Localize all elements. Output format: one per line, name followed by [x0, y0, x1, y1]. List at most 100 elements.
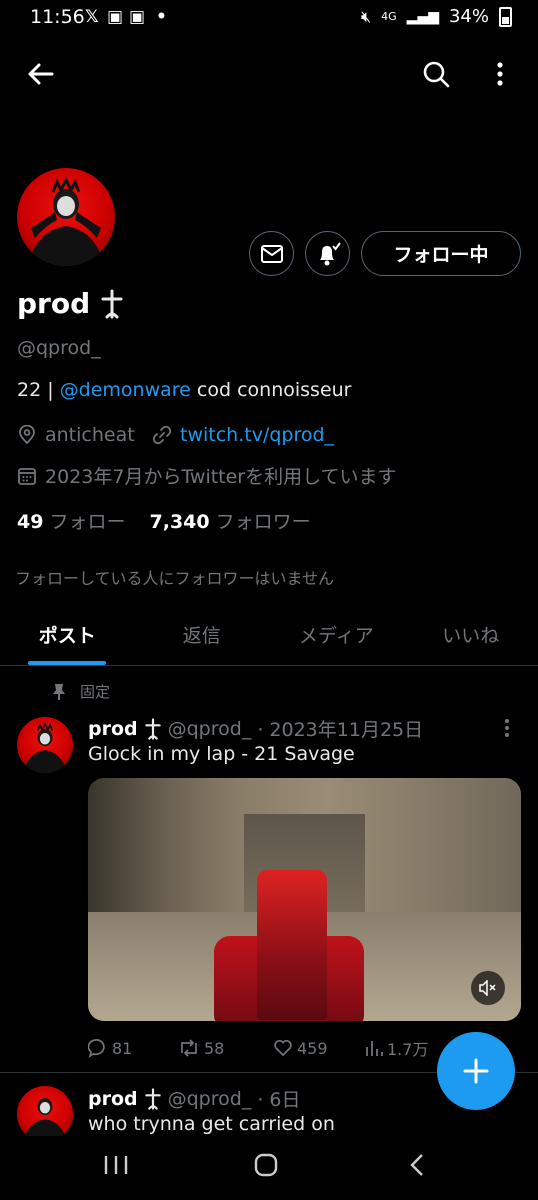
- post-video[interactable]: [88, 778, 521, 1021]
- bio-prefix: 22 |: [17, 379, 60, 401]
- envelope-icon: [260, 244, 283, 263]
- views-count: 1.7万: [387, 1040, 429, 1059]
- tab-posts[interactable]: ポスト: [0, 606, 135, 665]
- followers-count-link[interactable]: 7,340 フォロワー: [150, 507, 311, 534]
- reply-bubble-icon: [88, 1039, 105, 1058]
- link-icon: [152, 425, 172, 445]
- back-button[interactable]: [20, 54, 60, 94]
- pinned-indicator: 固定: [52, 681, 110, 702]
- avatar-figure-icon: [22, 1098, 68, 1142]
- video-mute-button[interactable]: [471, 971, 505, 1005]
- compose-post-button[interactable]: [437, 1032, 515, 1110]
- repost-button[interactable]: 58: [178, 1036, 273, 1060]
- profile-handle: @qprod_: [17, 337, 101, 359]
- battery-label: 34%: [448, 6, 489, 27]
- cross-symbol-icon: [101, 289, 123, 318]
- chevron-left-icon: [410, 1154, 423, 1176]
- tab-media[interactable]: メディア: [269, 606, 404, 665]
- network-label: 4G: [381, 10, 397, 23]
- home-button[interactable]: [254, 1153, 278, 1181]
- signal-icon: ▂▄▆: [406, 8, 439, 25]
- follow-counts: 49 フォロー 7,340 フォロワー: [17, 507, 311, 534]
- post-date[interactable]: · 2023年11月25日: [257, 715, 423, 742]
- profile-bio: 22 | @demonware cod connoisseur: [17, 379, 351, 401]
- bio-mention-link[interactable]: @demonware: [60, 379, 191, 401]
- pinned-label: 固定: [80, 683, 111, 701]
- like-count: 459: [297, 1038, 328, 1058]
- notification-bell-button[interactable]: [305, 231, 350, 276]
- system-back-button[interactable]: [409, 1153, 425, 1181]
- like-button[interactable]: 459: [273, 1036, 365, 1060]
- search-icon: [423, 61, 450, 88]
- location-pin-icon: [19, 425, 35, 445]
- repost-icon: [181, 1039, 197, 1057]
- message-button[interactable]: [249, 231, 294, 276]
- views-bars-icon: [366, 1041, 383, 1056]
- post-more-button[interactable]: [504, 718, 510, 742]
- post-avatar[interactable]: [17, 717, 73, 773]
- known-followers-note: フォローしている人にフォロワーはいません: [15, 569, 335, 588]
- system-nav-bar: [0, 1136, 538, 1200]
- profile-name: prod: [17, 287, 91, 320]
- avatar-figure-icon: [22, 721, 68, 773]
- following-count-link[interactable]: 49 フォロー: [17, 507, 126, 534]
- status-right: 🔇︎ 4G ▂▄▆ 34%: [361, 6, 512, 27]
- cross-symbol-icon: [144, 1087, 161, 1110]
- profile-joined: 2023年7月からTwitterを利用しています: [45, 466, 397, 488]
- notification-dot-icon: •: [156, 7, 167, 27]
- recent-apps-button[interactable]: [103, 1154, 129, 1180]
- video-weapon: [256, 870, 327, 1021]
- post-header: prod @qprod_ · 2023年11月25日: [88, 715, 423, 742]
- bell-check-icon: [319, 241, 341, 265]
- profile-location: anticheat: [45, 424, 135, 446]
- following-count: 49: [17, 511, 44, 533]
- profile-name-row: prod: [17, 287, 124, 320]
- profile-joined-row: 2023年7月からTwitterを利用しています: [17, 462, 397, 489]
- profile-website-row[interactable]: twitch.tv/qprod_: [152, 424, 334, 446]
- post-author-name-2[interactable]: prod: [88, 1088, 138, 1110]
- post-author-name[interactable]: prod: [88, 718, 138, 740]
- twitch-notification-icon-2: ▣: [129, 7, 146, 27]
- bio-suffix: cod connoisseur: [190, 379, 352, 401]
- repost-count: 58: [204, 1038, 225, 1058]
- reply-count: 81: [112, 1038, 133, 1058]
- home-icon: [254, 1153, 278, 1177]
- more-options-button[interactable]: [480, 54, 520, 94]
- tab-likes[interactable]: いいね: [404, 606, 538, 665]
- post-text: Glock in my lap - 21 Savage: [88, 743, 355, 765]
- following-label: フォロー: [49, 511, 126, 533]
- vertical-dots-icon: [505, 719, 509, 737]
- status-bar: 11:56 𝕏 ▣ ▣ • 🔇︎ 4G ▂▄▆ 34%: [0, 0, 538, 36]
- x-notification-icon: 𝕏: [85, 7, 99, 27]
- post-text-2: who trynna get carried on: [88, 1113, 335, 1135]
- profile-tabs: ポスト 返信 メディア いいね: [0, 606, 538, 666]
- following-button[interactable]: フォロー中: [361, 231, 521, 276]
- post-header-2: prod @qprod_ · 6日: [88, 1085, 301, 1112]
- followers-count: 7,340: [149, 511, 210, 533]
- heart-icon: [274, 1039, 292, 1057]
- profile-avatar[interactable]: [17, 168, 115, 266]
- profile-location-row: anticheat: [17, 424, 135, 446]
- reply-button[interactable]: 81: [88, 1036, 178, 1060]
- post-author-handle-2: @qprod_: [167, 1087, 252, 1110]
- views-button[interactable]: 1.7万: [365, 1036, 428, 1060]
- post-avatar-2[interactable]: [17, 1086, 73, 1142]
- battery-icon: [499, 6, 512, 27]
- plus-icon: [463, 1058, 489, 1084]
- status-time: 11:56: [30, 6, 85, 28]
- pin-icon: [53, 683, 65, 700]
- post-date-2[interactable]: · 6日: [257, 1085, 300, 1112]
- vertical-dots-icon: [497, 62, 503, 86]
- mute-icon: 🔇︎: [361, 6, 372, 26]
- back-arrow-icon: [28, 63, 54, 85]
- post-author-handle: @qprod_: [167, 717, 252, 740]
- twitch-notification-icon: ▣: [107, 7, 124, 27]
- speaker-muted-icon: [479, 980, 496, 996]
- followers-label: フォロワー: [215, 511, 311, 533]
- cross-symbol-icon: [144, 717, 161, 740]
- tab-replies[interactable]: 返信: [135, 606, 270, 665]
- profile-website-link[interactable]: twitch.tv/qprod_: [180, 424, 334, 446]
- recents-icon: [104, 1156, 128, 1174]
- search-button[interactable]: [416, 54, 456, 94]
- avatar-figure-icon: [27, 176, 105, 266]
